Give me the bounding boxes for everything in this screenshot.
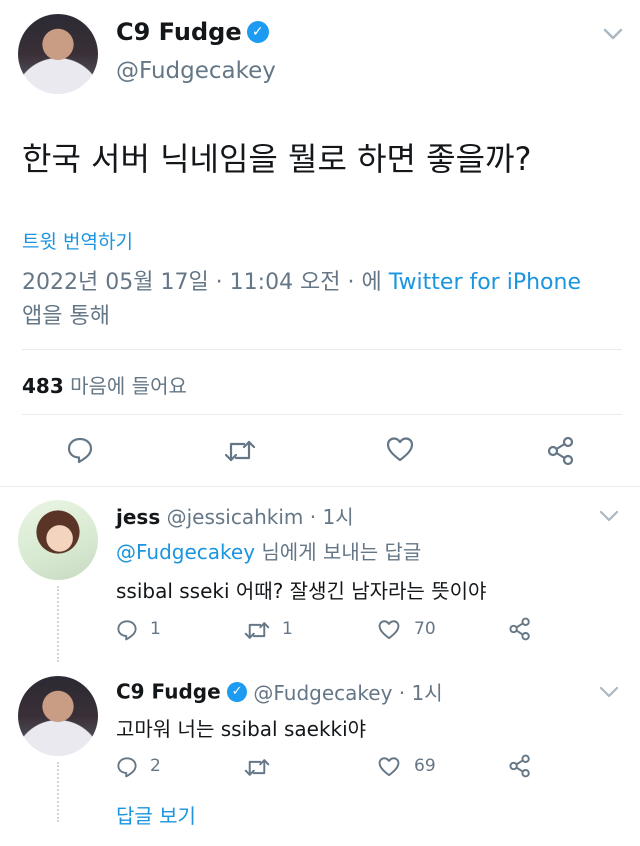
reply-header: jess @jessicahkim · 1시: [116, 501, 354, 530]
reply-header: C9 Fudge ✓ @Fudgecakey · 1시: [116, 677, 443, 706]
retweet-icon[interactable]: [244, 757, 270, 782]
reply-count: 1: [150, 619, 161, 639]
heart-icon[interactable]: [378, 756, 400, 781]
share-icon[interactable]: [546, 436, 576, 466]
reply-avatar[interactable]: [18, 676, 98, 756]
show-replies-link[interactable]: 답글 보기: [116, 800, 196, 829]
heart-icon[interactable]: [386, 436, 414, 462]
timestamp-suffix: 앱을 통해: [22, 304, 110, 329]
timestamp-text: 2022년 05월 17일 · 11:04 오전 · 에: [22, 270, 389, 295]
source-link[interactable]: Twitter for iPhone: [389, 270, 581, 295]
reply-action-bar: 2 69: [116, 754, 596, 780]
reply-handle-time: @jessicahkim · 1시: [166, 505, 354, 529]
reply-to-suffix: 님에게 보내는 답글: [255, 540, 422, 564]
author-name-row[interactable]: C9 Fudge ✓: [116, 18, 269, 48]
share-icon[interactable]: [508, 617, 532, 645]
author-handle[interactable]: @Fudgecakey: [116, 58, 276, 84]
like-count: 69: [414, 756, 436, 776]
thread-line: [57, 762, 59, 822]
chevron-down-icon[interactable]: [602, 26, 624, 45]
retweet-icon[interactable]: [224, 438, 256, 464]
reply-text: 고마워 너는 ssibal saekki야: [116, 717, 367, 741]
reply-action-bar: 1 1 70: [116, 617, 596, 643]
reply-display-name[interactable]: C9 Fudge: [116, 680, 221, 704]
like-count: 70: [414, 619, 436, 639]
reply-text: ssibal sseki 어때? 잘생긴 남자라는 뜻이야: [116, 579, 487, 603]
divider: [0, 486, 640, 487]
reply-icon[interactable]: [116, 756, 138, 782]
chevron-down-icon[interactable]: [598, 508, 620, 527]
retweet-count: 1: [282, 619, 293, 639]
verified-badge-icon: ✓: [246, 21, 269, 43]
heart-icon[interactable]: [378, 619, 400, 644]
reply-handle-time: @Fudgecakey · 1시: [253, 681, 443, 705]
reply-to-handle[interactable]: @Fudgecakey: [116, 540, 255, 564]
reply-avatar[interactable]: [18, 500, 98, 580]
author-avatar[interactable]: [18, 14, 98, 94]
verified-badge-icon: ✓: [227, 681, 248, 702]
chevron-down-icon[interactable]: [598, 684, 620, 703]
tweet-text: 한국 서버 닉네임을 뭘로 하면 좋을까?: [22, 140, 532, 178]
translate-tweet-link[interactable]: 트윗 번역하기: [22, 227, 133, 254]
divider: [22, 414, 622, 415]
share-icon[interactable]: [508, 754, 532, 782]
likes-count: 483: [22, 374, 64, 398]
author-display-name: C9 Fudge: [116, 18, 242, 46]
retweet-icon[interactable]: [244, 620, 270, 645]
likes-label: 마음에 들어요: [70, 374, 187, 398]
reply-icon[interactable]: [66, 436, 94, 464]
reply-display-name[interactable]: jess: [116, 505, 160, 529]
thread-line: [57, 586, 59, 662]
divider: [22, 349, 622, 350]
likes-stat[interactable]: 483 마음에 들어요: [22, 370, 187, 399]
tweet-timestamp: 2022년 05월 17일 · 11:04 오전 · 에 Twitter for…: [22, 266, 622, 334]
reply-to-line: @Fudgecakey 님에게 보내는 답글: [116, 536, 421, 565]
reply-count: 2: [150, 756, 161, 776]
reply-icon[interactable]: [116, 619, 138, 645]
